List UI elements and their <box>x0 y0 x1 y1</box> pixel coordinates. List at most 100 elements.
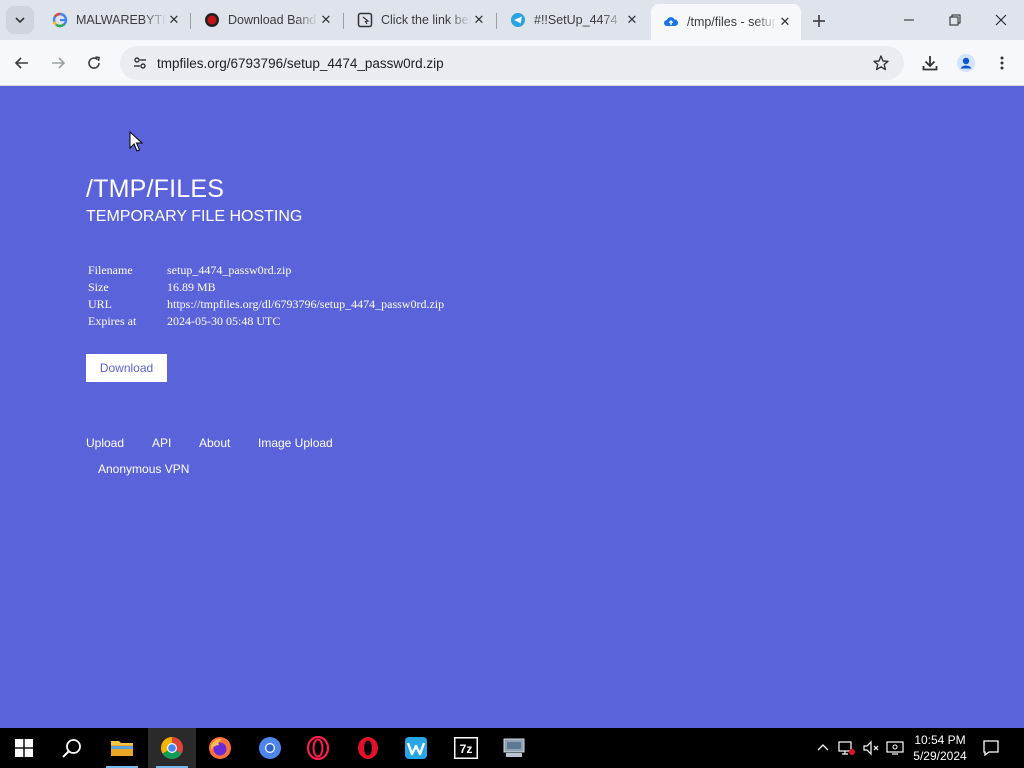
file-info-table: Filename setup_4474_passw0rd.zip Size 16… <box>88 262 444 330</box>
tab-setup[interactable]: #!!SetUp_4474 ✕ <box>498 4 648 36</box>
close-window-button[interactable] <box>978 0 1024 40</box>
forward-button[interactable] <box>43 47 73 79</box>
tab-search-button[interactable] <box>6 6 34 34</box>
taskbar-opera[interactable] <box>344 728 392 768</box>
info-value: setup_4474_passw0rd.zip <box>167 263 292 277</box>
profile-button[interactable] <box>951 47 981 79</box>
close-icon[interactable]: ✕ <box>471 12 487 28</box>
close-icon[interactable]: ✕ <box>624 12 640 28</box>
telegram-icon <box>510 12 526 28</box>
menu-button[interactable] <box>987 47 1017 79</box>
tab-click-link[interactable]: Click the link below ✕ <box>345 4 495 36</box>
downloads-button[interactable] <box>915 47 945 79</box>
more-vert-icon <box>1000 56 1004 70</box>
back-button[interactable] <box>7 47 37 79</box>
new-tab-button[interactable] <box>806 8 832 34</box>
7zip-icon: 7z <box>454 737 478 759</box>
cloud-upload-icon <box>663 14 679 30</box>
tab-separator <box>496 13 497 29</box>
notification-icon <box>983 740 999 757</box>
api-link[interactable]: API <box>152 436 171 450</box>
clock-time: 10:54 PM <box>914 733 966 747</box>
taskbar-firefox[interactable] <box>196 728 244 768</box>
table-row: Expires at 2024-05-30 05:48 UTC <box>88 313 444 330</box>
tab-download-band[interactable]: Download Band ✕ <box>192 4 342 36</box>
info-value[interactable]: https://tmpfiles.org/dl/6793796/setup_44… <box>167 296 444 313</box>
page-title: /TMP/FILES <box>86 175 225 203</box>
google-icon <box>52 12 68 28</box>
address-bar[interactable]: tmpfiles.org/6793796/setup_4474_passw0rd… <box>120 46 904 80</box>
about-link[interactable]: About <box>199 436 230 450</box>
tab-title: #!!SetUp_4474 <box>534 13 618 27</box>
table-row: URL https://tmpfiles.org/dl/6793796/setu… <box>88 296 444 313</box>
firefox-icon <box>209 737 231 759</box>
tab-malwarebytes[interactable]: MALWAREBYTES ✕ <box>40 4 190 36</box>
close-icon[interactable]: ✕ <box>777 14 793 30</box>
reload-button[interactable] <box>79 47 109 79</box>
info-label: Expires at <box>88 314 137 328</box>
network-tray-icon[interactable] <box>837 738 857 758</box>
chrome-icon <box>161 737 183 759</box>
close-icon[interactable]: ✕ <box>318 12 334 28</box>
search-icon <box>62 739 81 758</box>
upload-link[interactable]: Upload <box>86 436 124 450</box>
network-icon <box>503 738 525 757</box>
tab-separator <box>343 13 344 29</box>
close-icon[interactable]: ✕ <box>166 12 182 28</box>
opera-gx-icon <box>306 736 330 760</box>
download-button[interactable]: Download <box>86 354 167 382</box>
plus-icon <box>813 15 825 27</box>
tab-strip: MALWAREBYTES ✕ Download Band ✕ Click the… <box>0 0 1024 40</box>
bookmark-star-icon[interactable] <box>872 54 890 72</box>
volume-muted-icon[interactable] <box>861 738 881 758</box>
chromium-icon <box>259 737 281 759</box>
close-icon <box>995 14 1007 26</box>
tab-title: Download Band <box>228 13 317 27</box>
minimize-icon <box>904 19 914 21</box>
anonymous-vpn-link[interactable]: Anonymous VPN <box>98 462 189 476</box>
taskbar-file-explorer[interactable] <box>98 728 146 768</box>
chevron-up-icon <box>817 744 829 751</box>
taskbar: 7z 10:54 PM 5/29/2024 <box>0 728 1024 768</box>
tab-title: MALWAREBYTES <box>76 13 166 27</box>
minimize-button[interactable] <box>886 0 932 40</box>
arrow-left-icon <box>14 57 28 69</box>
taskbar-app[interactable] <box>490 728 538 768</box>
display-tray-icon[interactable] <box>885 738 905 758</box>
info-value: 16.89 MB <box>167 280 216 294</box>
arrow-right-icon <box>52 57 66 69</box>
tab-tmpfiles[interactable]: /tmp/files - setup ✕ <box>651 4 801 40</box>
page-subtitle: TEMPORARY FILE HOSTING <box>86 208 303 225</box>
page-content: /TMP/FILES TEMPORARY FILE HOSTING Filena… <box>0 87 1024 728</box>
taskbar-chrome[interactable] <box>148 728 196 768</box>
taskbar-opera-gx[interactable] <box>294 728 342 768</box>
image-upload-link[interactable]: Image Upload <box>258 436 333 450</box>
restore-button[interactable] <box>932 0 978 40</box>
system-clock[interactable]: 10:54 PM 5/29/2024 <box>908 732 972 764</box>
taskbar-7zip[interactable]: 7z <box>442 728 490 768</box>
show-hidden-icons-button[interactable] <box>813 738 833 758</box>
start-button[interactable] <box>0 728 48 768</box>
tab-title: /tmp/files - setup <box>687 15 777 29</box>
taskbar-chromium[interactable] <box>246 728 294 768</box>
restore-icon <box>949 14 961 26</box>
table-row: Size 16.89 MB <box>88 279 444 296</box>
taskbar-webstorm[interactable] <box>392 728 440 768</box>
chevron-down-icon <box>15 17 25 24</box>
site-settings-icon[interactable] <box>124 46 156 80</box>
info-label: URL <box>88 297 112 311</box>
url-text: tmpfiles.org/6793796/setup_4474_passw0rd… <box>157 55 444 71</box>
notifications-button[interactable] <box>981 738 1001 758</box>
mouse-cursor-icon <box>129 131 143 152</box>
avatar-icon <box>957 54 975 72</box>
clock-date: 5/29/2024 <box>913 749 967 763</box>
download-icon <box>922 56 938 71</box>
search-button[interactable] <box>48 728 96 768</box>
tab-separator <box>190 13 191 29</box>
opera-icon <box>358 737 378 759</box>
table-row: Filename setup_4474_passw0rd.zip <box>88 262 444 279</box>
page-icon <box>357 12 373 28</box>
info-label: Filename <box>88 263 133 277</box>
svg-text:7z: 7z <box>460 742 473 756</box>
windows-icon <box>15 739 33 757</box>
